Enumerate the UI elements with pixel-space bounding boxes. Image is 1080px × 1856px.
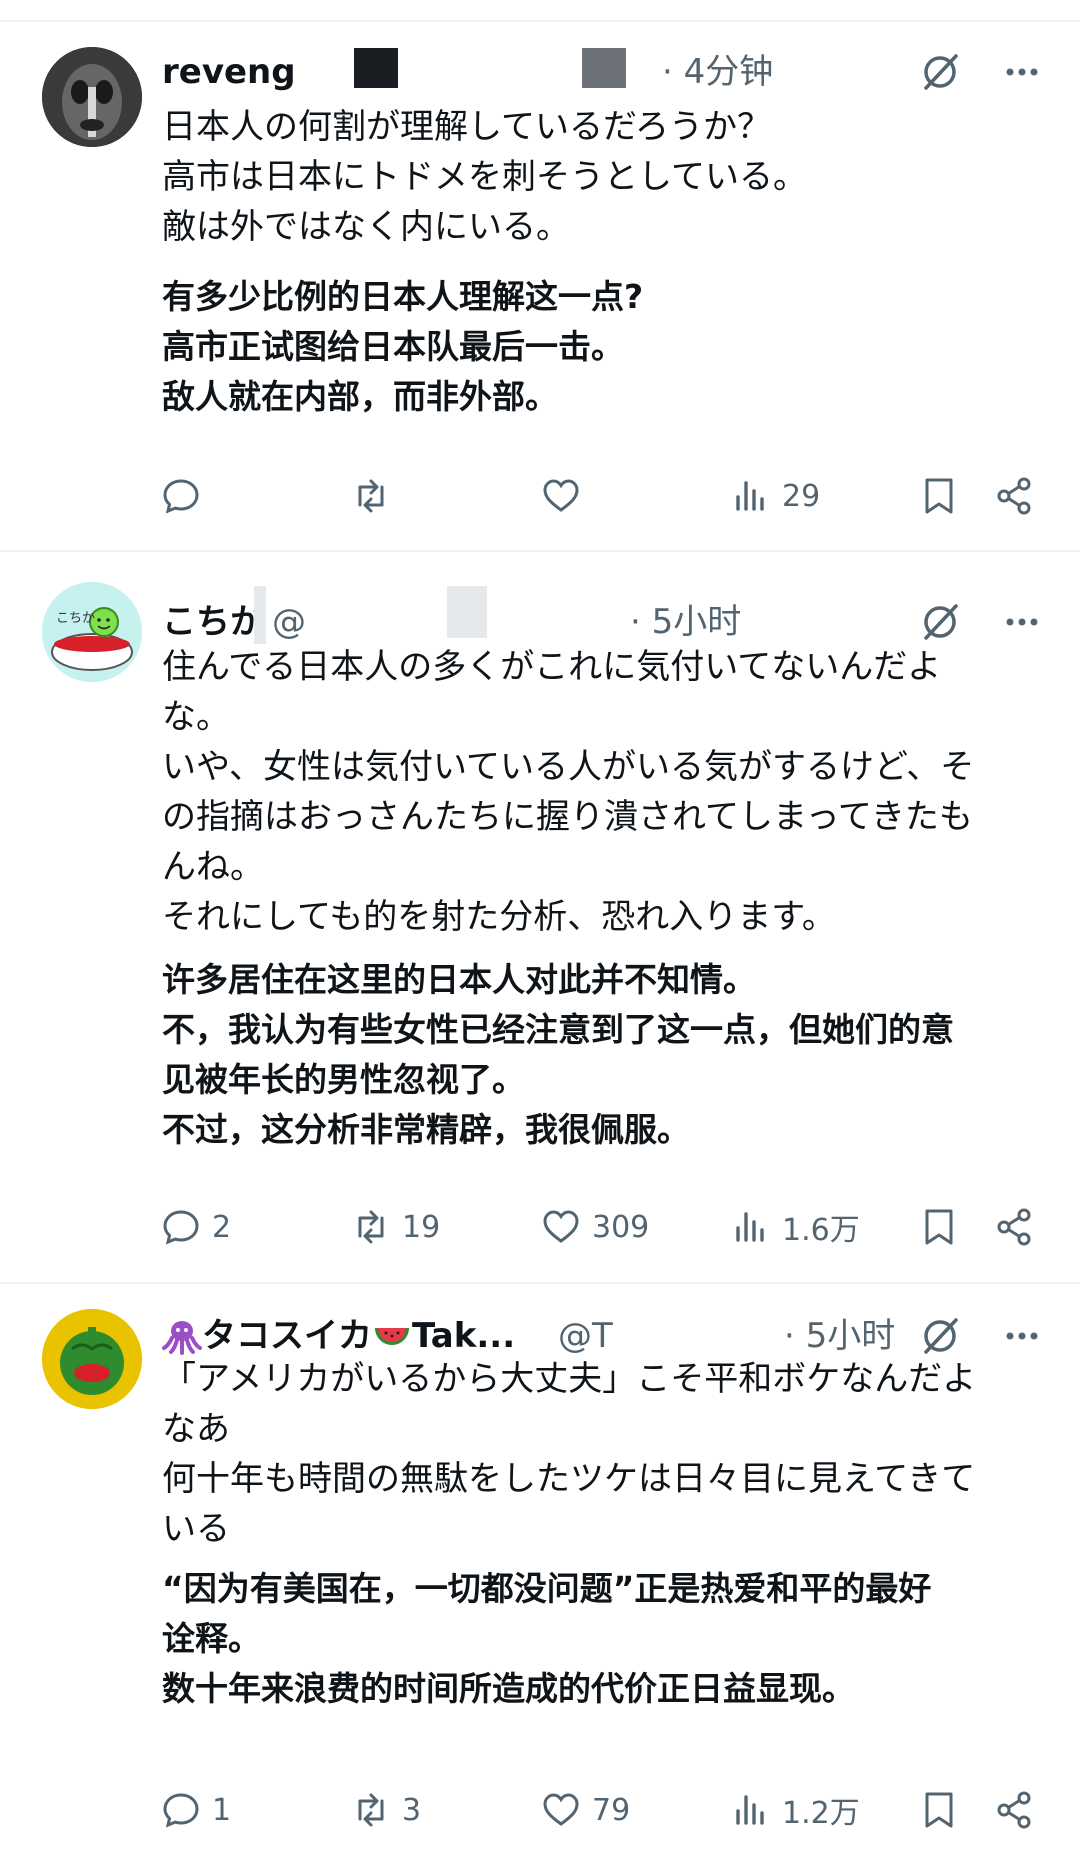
bookmark-icon [925, 1792, 953, 1828]
post-1[interactable]: reveng · 4分钟 日本人の何割が理解しているだろうか？ 高市は日本にトド… [0, 0, 1080, 545]
text-line: の指摘はおっさんたちに握り潰されてしまってきたも [162, 797, 973, 837]
grok-icon[interactable] [918, 1314, 962, 1358]
post-text-translation: 有多少比例的日本人理解这一点? 高市正试图给日本队最后一击。 敌人就在内部，而非… [162, 272, 1040, 422]
redaction-block [354, 48, 398, 88]
post-text-translation: “因为有美国在，一切都没问题”正是热爱和平的最好 诠释。 数十年来浪费的时间所造… [162, 1564, 1040, 1714]
text-line: なあ [162, 1409, 230, 1449]
bookmark-button[interactable] [918, 1197, 960, 1257]
avatar[interactable] [42, 47, 142, 147]
views-icon [736, 1795, 764, 1825]
bookmark-icon [925, 478, 953, 514]
post-text-japanese: 「アメリカがいるから大丈夫」こそ平和ボケなんだよ なあ 何十年も時間の無駄をした… [162, 1354, 1040, 1554]
avatar[interactable]: こちか [42, 582, 142, 682]
more-icon[interactable] [1000, 50, 1044, 94]
text-line: な。 [162, 697, 230, 737]
text-line: 敵は外ではなく内にいる。 [162, 207, 570, 247]
retweet-icon [358, 1210, 384, 1244]
retweet-button[interactable] [350, 466, 402, 526]
redaction-block [254, 586, 266, 644]
text-line: 住んでる日本人の多くがこれに気付いてないんだよ [162, 647, 942, 687]
views-button[interactable]: 29 [730, 466, 820, 526]
post-2[interactable]: こちか こちか @ · 5小时 住んでる日本人の多くがこれに気付いてないんだよ … [0, 552, 1080, 1277]
views-icon [736, 481, 764, 511]
bookmark-button[interactable] [918, 1780, 960, 1840]
share-button[interactable] [994, 1197, 1036, 1257]
timestamp[interactable]: · 4分钟 [662, 42, 773, 102]
reply-button[interactable]: 2 [160, 1197, 231, 1257]
retweet-icon [358, 1793, 384, 1827]
retweet-icon [358, 479, 384, 513]
like-button[interactable] [540, 466, 592, 526]
retweet-button[interactable]: 3 [350, 1780, 421, 1840]
grok-icon[interactable] [918, 600, 962, 644]
text-line: 高市正试图给日本队最后一击。 [162, 327, 624, 366]
reply-icon [163, 1793, 199, 1828]
views-button[interactable]: 1.6万 [730, 1197, 860, 1257]
like-icon [543, 1793, 579, 1826]
bookmark-icon [925, 1209, 953, 1245]
more-icon[interactable] [1000, 1314, 1044, 1358]
text-line: “因为有美国在，一切都没问题”正是热爱和平的最好 [162, 1569, 932, 1608]
reply-button[interactable]: 1 [160, 1780, 231, 1840]
post-text-translation: 许多居住在这里的日本人对此并不知情。 不，我认为有些女性已经注意到了这一点，但她… [162, 955, 1040, 1155]
share-icon [997, 477, 1031, 515]
action-bar: 29 [0, 466, 1080, 526]
text-line: 有多少比例的日本人理解这一点? [162, 277, 644, 316]
text-line: んね。 [162, 847, 264, 887]
display-name[interactable]: reveng [162, 42, 296, 102]
text-line: 数十年来浪费的时间所造成的代价正日益显现。 [162, 1669, 855, 1708]
text-line: 不，我认为有些女性已经注意到了这一点，但她们的意 [162, 1010, 954, 1049]
text-line: 高市は日本にトドメを刺そうとしている。 [162, 157, 807, 197]
post-text-japanese: 日本人の何割が理解しているだろうか？ 高市は日本にトドメを刺そうとしている。 敵… [162, 102, 1040, 252]
text-line: それにしても的を射た分析、恐れ入ります。 [162, 897, 836, 937]
grok-icon[interactable] [918, 50, 962, 94]
text-line: 不过，这分析非常精辟，我很佩服。 [162, 1110, 690, 1149]
action-bar: 1 3 79 1.2万 [0, 1780, 1080, 1840]
reply-button[interactable] [160, 466, 212, 526]
top-divider [0, 20, 1080, 22]
share-icon [997, 1791, 1031, 1829]
avatar[interactable] [42, 1309, 142, 1409]
post-text-japanese: 住んでる日本人の多くがこれに気付いてないんだよ な。 いや、女性は気付いている人… [162, 642, 1040, 942]
bookmark-button[interactable] [918, 466, 960, 526]
text-line: 见被年长的男性忽视了。 [162, 1060, 525, 1099]
text-line: 许多居住在这里的日本人对此并不知情。 [162, 960, 756, 999]
text-line: いや、女性は気付いている人がいる気がするけど、そ [162, 747, 975, 787]
text-line: いる [162, 1509, 230, 1549]
share-icon [997, 1208, 1031, 1246]
like-icon [543, 1210, 579, 1243]
text-line: 诠释。 [162, 1619, 261, 1658]
octopus-emoji-icon [162, 1321, 202, 1355]
share-button[interactable] [994, 1780, 1036, 1840]
share-button[interactable] [994, 466, 1036, 526]
text-line: 何十年も時間の無駄をしたツケは日々目に見えてきて [162, 1459, 976, 1499]
views-button[interactable]: 1.2万 [730, 1780, 860, 1840]
text-line: 敌人就在内部，而非外部。 [162, 377, 558, 416]
redaction-block [582, 48, 626, 88]
action-bar: 2 19 309 1.6万 [0, 1197, 1080, 1257]
like-button[interactable]: 309 [540, 1197, 649, 1257]
redaction-block [447, 586, 487, 638]
like-icon [543, 479, 579, 512]
retweet-button[interactable]: 19 [350, 1197, 440, 1257]
reply-icon [163, 1210, 199, 1245]
watermelon-emoji-icon [375, 1328, 409, 1345]
more-icon[interactable] [1000, 600, 1044, 644]
avatar-text: こちか [56, 611, 95, 626]
views-icon [736, 1212, 764, 1242]
text-line: 「アメリカがいるから大丈夫」こそ平和ボケなんだよ [162, 1359, 977, 1399]
text-line: 日本人の何割が理解しているだろうか？ [162, 107, 771, 147]
post-header: reveng · 4分钟 [162, 42, 1050, 102]
like-button[interactable]: 79 [540, 1780, 630, 1840]
reply-icon [163, 479, 199, 514]
post-3[interactable]: タコスイカ Tak... @T · 5小时 「アメリカがいるから大丈夫」こそ平和… [0, 1284, 1080, 1856]
